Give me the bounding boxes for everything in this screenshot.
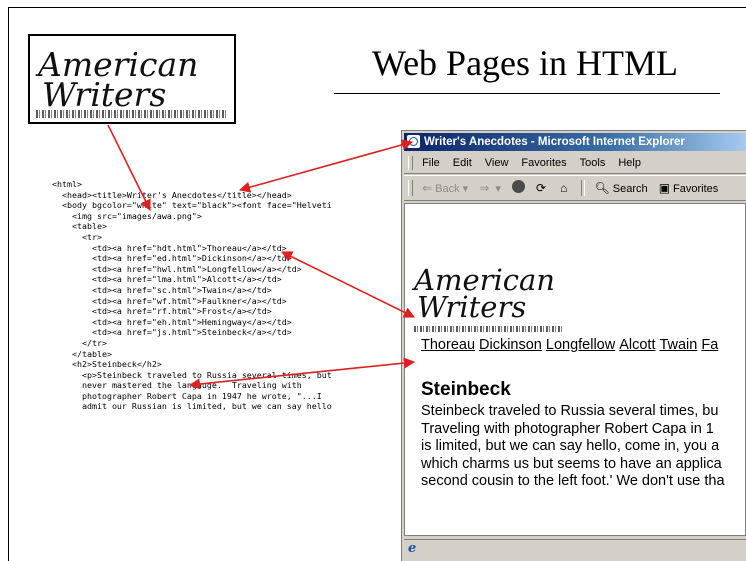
nav-link-thoreau[interactable]: Thoreau [421, 337, 475, 353]
code-line: <head><title>Writer's Anecdotes</title><… [52, 189, 292, 200]
paragraph-line: Traveling with photographer Robert Capa … [421, 420, 714, 437]
logo-line-2: Writers [42, 75, 167, 114]
favorites-button[interactable]: ▣ Favorites [659, 176, 719, 201]
nav-link-alcott[interactable]: Alcott [619, 337, 655, 353]
code-line: <td><a href="sc.html">Twain</a></td> [52, 284, 272, 295]
code-line: <img src="images/awa.png"> [52, 210, 202, 221]
stop-button[interactable] [511, 176, 525, 200]
ie-browser-window: Writer's Anecdotes - Microsoft Internet … [401, 130, 746, 561]
forward-button[interactable]: ⇒ ▾ [479, 176, 501, 201]
forward-arrow-icon: ⇒ [479, 181, 490, 195]
search-icon: 🔍︎ [594, 181, 610, 195]
author-nav-links: Thoreau Dickinson Longfellow Alcott Twain Fa [421, 337, 722, 353]
code-line: <html> [52, 179, 82, 189]
slide: American Writers Web Pages in HTML <html… [0, 0, 746, 561]
page-heading: Steinbeck [421, 379, 511, 400]
home-icon: ⌂ [560, 181, 568, 195]
title-underline [334, 93, 720, 94]
search-label: Search [612, 183, 648, 195]
nav-link-fa[interactable]: Fa [701, 337, 718, 353]
menu-help[interactable]: Help [618, 153, 641, 173]
page-logo-line-2: Writers [417, 290, 527, 324]
code-line: <td><a href="eh.html">Hemingway</a></td> [52, 316, 292, 327]
code-line: <td><a href="rf.html">Frost</a></td> [52, 306, 272, 317]
code-line: <td><a href="js.html">Steinbeck</a></td> [52, 327, 292, 338]
code-line: <td><a href="hwl.html">Longfellow</a></t… [52, 263, 302, 274]
code-line: <p>Steinbeck traveled to Russia several … [52, 369, 332, 380]
code-line: <td><a href="wf.html">Faulkner</a></td> [52, 295, 287, 306]
html-source-code: <html> <head><title>Writer's Anecdotes</… [52, 179, 404, 411]
code-line: photographer Robert Capa in 1947 he wrot… [52, 390, 322, 401]
nav-link-dickinson[interactable]: Dickinson [479, 337, 542, 353]
code-line: </tr> [52, 337, 107, 348]
code-line: <body bgcolor="white" text="black"><font… [52, 200, 332, 211]
home-button[interactable]: ⌂ [560, 176, 570, 201]
toolbar-separator [581, 180, 586, 196]
back-dropdown-icon: ▾ [462, 183, 469, 195]
menu-view[interactable]: View [485, 153, 509, 173]
paragraph-line: Steinbeck traveled to Russia several tim… [421, 403, 719, 419]
menu-favorites[interactable]: Favorites [521, 153, 566, 173]
american-writers-logo: American Writers [28, 34, 236, 124]
paragraph-line: is limited, but we can say hello, come i… [421, 438, 720, 454]
page-logo-signature-strip [414, 326, 564, 332]
nav-link-longfellow[interactable]: Longfellow [546, 337, 615, 353]
page-content: American Writers Thoreau Dickinson Longfel… [404, 203, 746, 536]
code-line: <table> [52, 221, 107, 232]
code-line: <td><a href="ed.html">Dickinson</a></td> [52, 253, 292, 264]
code-line: never mastered the langauge. Traveling w… [52, 380, 302, 391]
status-bar: e [404, 539, 746, 558]
search-button[interactable]: 🔍︎ Search [595, 176, 648, 201]
back-arrow-icon: ⇐ [422, 181, 433, 195]
back-button[interactable]: ⇐ Back ▾ [422, 176, 468, 201]
refresh-button[interactable]: ⟳ [536, 176, 549, 201]
toolbar-grip [408, 180, 413, 196]
ie-status-icon: e [408, 541, 417, 556]
slide-frame-left [8, 7, 9, 561]
paragraph-line: which charms us but seems to have an app… [421, 455, 722, 472]
slide-title: Web Pages in HTML [371, 43, 679, 83]
refresh-icon: ⟳ [536, 181, 547, 195]
menu-file[interactable]: File [422, 153, 440, 173]
nav-link-twain[interactable]: Twain [659, 337, 697, 353]
code-line: <td><a href="hdt.html">Thoreau</a></td> [52, 242, 287, 253]
code-line: admit our Russian is limited, but we can… [52, 401, 332, 411]
forward-dropdown-icon: ▾ [495, 183, 501, 195]
paragraph-line: second cousin to the left foot.' We don'… [421, 473, 725, 489]
menu-bar: File Edit View Favorites Tools Help [404, 153, 746, 174]
page-paragraph: Steinbeck traveled to Russia several tim… [421, 403, 725, 491]
code-line: <tr> [52, 231, 102, 242]
code-line: <td><a href="lma.html">Alcott</a></td> [52, 274, 282, 285]
menubar-grip [408, 156, 413, 170]
stop-icon [511, 180, 525, 193]
window-title-bar[interactable]: Writer's Anecdotes - Microsoft Internet … [404, 133, 746, 151]
slide-frame-top [8, 7, 746, 8]
favorites-icon: ▣ [658, 181, 671, 195]
code-line: </table> [52, 348, 112, 359]
back-label: Back [435, 183, 460, 195]
menu-tools[interactable]: Tools [580, 153, 606, 173]
toolbar: ⇐ Back ▾ ⇒ ▾ ⟳ ⌂ 🔍︎ Search ▣ Favorites [404, 175, 746, 201]
favorites-label: Favorites [673, 183, 719, 195]
ie-icon [407, 135, 420, 148]
menu-edit[interactable]: Edit [453, 153, 472, 173]
code-line: <h2>Steinbeck</h2> [52, 359, 162, 370]
logo-signature-strip [36, 110, 228, 118]
window-title: Writer's Anecdotes - Microsoft Internet … [424, 136, 685, 148]
